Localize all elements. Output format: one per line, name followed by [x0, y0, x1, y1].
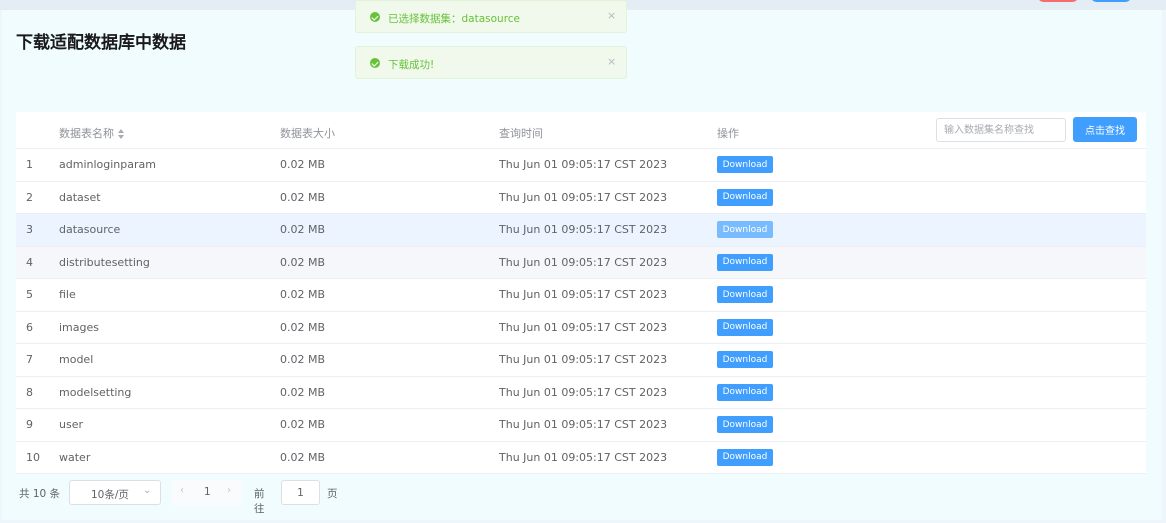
page-title: 下载适配数据库中数据 [16, 33, 186, 53]
column-header-action: 操作 [717, 127, 739, 140]
query-time-cell: Thu Jun 01 09:05:17 CST 2023 [499, 223, 668, 236]
search-button[interactable]: 点击查找 [1073, 117, 1137, 142]
query-time-cell: Thu Jun 01 09:05:17 CST 2023 [499, 450, 668, 464]
chevron-down-icon: ⌄ [143, 485, 152, 496]
page-size-value: 10条/页 [91, 489, 129, 501]
table-size-cell: 0.02 MB [280, 158, 326, 171]
download-button[interactable]: Download [717, 416, 773, 433]
table-row[interactable]: 1 adminloginparam 0.02 MB Thu Jun 01 09:05:… [16, 149, 1146, 182]
search-input[interactable] [936, 118, 1066, 142]
query-time-cell: Thu Jun 01 09:05:17 CST 2023 [499, 158, 668, 171]
top-red-button[interactable] [1037, 0, 1079, 2]
table-name-cell: modelsetting [59, 385, 132, 399]
table-header: 数据表名称 数据表大小 查询时间 操作 点击查找 [16, 112, 1146, 149]
query-time-cell: Thu Jun 01 09:05:17 CST 2023 [499, 353, 668, 366]
success-check-icon [370, 12, 380, 22]
pagination-total: 共 10 条 [19, 488, 61, 500]
goto-page-input[interactable] [281, 480, 320, 505]
next-page-icon[interactable]: › [227, 485, 231, 496]
query-time-cell: Thu Jun 01 09:05:17 CST 2023 [499, 255, 668, 269]
table-name-cell: water [59, 450, 91, 464]
row-index: 3 [26, 223, 33, 236]
table-name-cell: datasource [59, 223, 121, 236]
query-time-cell: Thu Jun 01 09:05:17 CST 2023 [499, 190, 668, 204]
row-index: 9 [26, 418, 33, 431]
page-number[interactable]: 1 [204, 486, 211, 498]
goto-unit-label: 页 [327, 488, 338, 500]
download-button[interactable]: Download [717, 156, 773, 173]
table-body: 1 adminloginparam 0.02 MB Thu Jun 01 09:05:… [16, 149, 1146, 474]
prev-page-icon[interactable]: ‹ [180, 485, 184, 496]
download-button[interactable]: Download [717, 351, 773, 368]
toast-message: 已选择数据集：datasource [388, 13, 521, 25]
download-button[interactable]: Download [717, 448, 773, 466]
table-name-cell: distributesetting [59, 255, 150, 269]
row-index: 4 [26, 255, 33, 269]
query-time-cell: Thu Jun 01 09:05:17 CST 2023 [499, 288, 668, 301]
toast-message: 下载成功! [388, 59, 435, 71]
toast-download-success: 下载成功! × [355, 46, 627, 79]
table-name-cell: model [59, 353, 94, 366]
row-index: 10 [26, 450, 40, 464]
page-size-select[interactable]: 10条/页 ⌄ [69, 480, 161, 505]
table-name-cell: user [59, 418, 83, 431]
table-row[interactable]: 5 file 0.02 MB Thu Jun 01 09:05:17 CST 2023… [16, 279, 1146, 312]
table-size-cell: 0.02 MB [280, 418, 326, 431]
success-check-icon [370, 58, 380, 68]
table-size-cell: 0.02 MB [280, 190, 326, 204]
table-row[interactable]: 3 datasource 0.02 MB Thu Jun 01 09:05:17 CS… [16, 214, 1146, 247]
table-row[interactable]: 10 water 0.02 MB Thu Jun 01 09:05:17 CST 20… [16, 441, 1146, 474]
row-index: 8 [26, 385, 33, 399]
table-name-cell: adminloginparam [59, 158, 156, 171]
table-size-cell: 0.02 MB [280, 450, 326, 464]
table-size-cell: 0.02 MB [280, 223, 326, 236]
download-button[interactable]: Download [717, 221, 773, 238]
close-icon[interactable]: × [607, 9, 616, 22]
row-index: 5 [26, 288, 33, 301]
row-index: 2 [26, 190, 33, 204]
row-index: 7 [26, 353, 33, 366]
download-button[interactable]: Download [717, 188, 773, 206]
goto-label: 前往 [254, 488, 265, 515]
close-icon[interactable]: × [607, 55, 616, 68]
table-row[interactable]: 2 dataset 0.02 MB Thu Jun 01 09:05:17 CST 2… [16, 181, 1146, 214]
table-size-cell: 0.02 MB [280, 385, 326, 399]
column-header-name[interactable]: 数据表名称 [59, 125, 124, 141]
table-size-cell: 0.02 MB [280, 288, 326, 301]
table-row[interactable]: 9 user 0.02 MB Thu Jun 01 09:05:17 CST 2023… [16, 409, 1146, 442]
row-index: 6 [26, 320, 33, 334]
table-name-cell: file [59, 288, 76, 301]
query-time-cell: Thu Jun 01 09:05:17 CST 2023 [499, 418, 668, 431]
table-name-cell: images [59, 320, 99, 334]
table-row[interactable]: 7 model 0.02 MB Thu Jun 01 09:05:17 CST 202… [16, 344, 1146, 377]
query-time-cell: Thu Jun 01 09:05:17 CST 2023 [499, 385, 668, 399]
column-header-time: 查询时间 [499, 127, 543, 140]
data-table: 数据表名称 数据表大小 查询时间 操作 点击查找 1 adminloginpara… [16, 112, 1146, 474]
table-size-cell: 0.02 MB [280, 320, 326, 334]
column-header-size: 数据表大小 [280, 127, 335, 140]
download-button[interactable]: Download [717, 383, 773, 401]
table-row[interactable]: 4 distributesetting 0.02 MB Thu Jun 01 09:0… [16, 246, 1146, 279]
download-button[interactable]: Download [717, 286, 773, 303]
pager: ‹ 1 › [172, 480, 242, 505]
table-name-cell: dataset [59, 190, 101, 204]
download-button[interactable]: Download [717, 253, 773, 271]
table-size-cell: 0.02 MB [280, 255, 326, 269]
top-blue-button[interactable] [1090, 0, 1132, 2]
table-row[interactable]: 6 images 0.02 MB Thu Jun 01 09:05:17 CST 20… [16, 311, 1146, 344]
table-size-cell: 0.02 MB [280, 353, 326, 366]
toast-dataset-selected: 已选择数据集：datasource × [355, 0, 627, 33]
query-time-cell: Thu Jun 01 09:05:17 CST 2023 [499, 320, 668, 334]
row-index: 1 [26, 158, 33, 171]
download-button[interactable]: Download [717, 318, 773, 336]
table-row[interactable]: 8 modelsetting 0.02 MB Thu Jun 01 09:05:17 … [16, 376, 1146, 409]
